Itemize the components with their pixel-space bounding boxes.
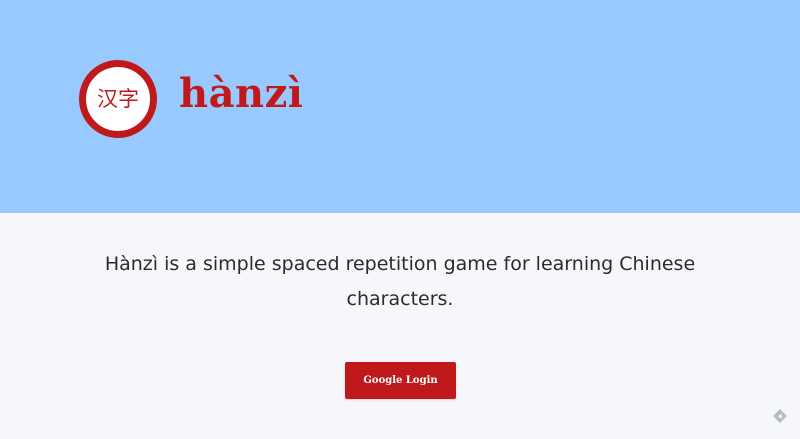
hero-banner: 汉字 hànzì — [0, 0, 800, 213]
google-login-button[interactable]: Google Login — [345, 362, 456, 399]
feedback-icon[interactable] — [772, 408, 788, 424]
logo-text: 汉字 — [97, 86, 139, 111]
logo-badge: 汉字 — [79, 60, 157, 138]
main-content: Hànzì is a simple spaced repetition game… — [0, 213, 800, 439]
brand-name: hànzì — [179, 70, 304, 117]
tagline: Hànzì is a simple spaced repetition game… — [104, 253, 696, 310]
page: 汉字 hànzì Hànzì is a simple spaced repeti… — [0, 0, 800, 439]
